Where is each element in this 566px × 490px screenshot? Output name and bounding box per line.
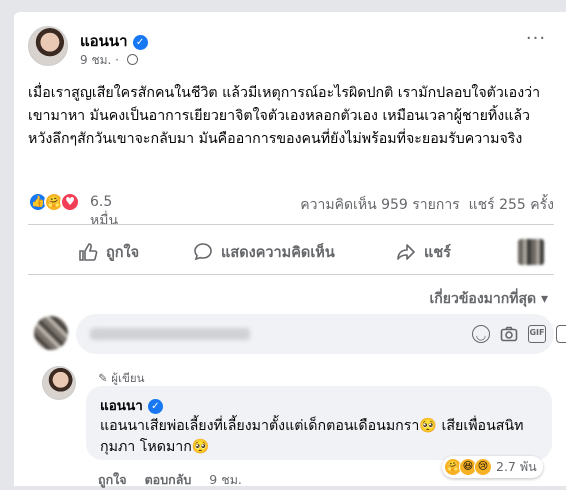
share-icon bbox=[397, 244, 415, 260]
verified-badge-icon: ✓ bbox=[132, 35, 148, 50]
post-stats: 👍 🤗 ♥ 6.5 หมื่น ความคิดเห็น 959 รายการ แ… bbox=[28, 192, 554, 229]
camera-icon[interactable] bbox=[500, 325, 518, 343]
divider bbox=[28, 224, 554, 225]
gif-icon[interactable]: GIF bbox=[528, 325, 546, 343]
more-options-button[interactable]: ··· bbox=[520, 28, 552, 56]
comment-button[interactable]: แสดงความคิดเห็น bbox=[193, 234, 335, 270]
globe-icon bbox=[126, 54, 138, 65]
comment-icon bbox=[194, 243, 212, 261]
verified-badge-icon: ✓ bbox=[147, 399, 163, 414]
emoji-icon[interactable]: ◡ bbox=[472, 325, 490, 343]
post-header: แอนนา ✓ 9 ชม. · ··· bbox=[28, 26, 552, 70]
like-button[interactable]: ถูกใจ bbox=[78, 234, 139, 270]
author-name[interactable]: แอนนา ✓ bbox=[80, 29, 148, 53]
author-avatar[interactable] bbox=[28, 26, 68, 66]
sticker-icon[interactable] bbox=[556, 325, 566, 343]
comment-like-button[interactable]: ถูกใจ bbox=[98, 472, 127, 487]
sad-icon: 😢 bbox=[474, 458, 492, 476]
comment-sort-dropdown[interactable]: เกี่ยวข้องมากที่สุด ▾ bbox=[430, 288, 548, 310]
share-as-avatar[interactable] bbox=[518, 239, 544, 265]
reaction-count[interactable]: 6.5 หมื่น bbox=[90, 194, 118, 232]
comment-placeholder bbox=[90, 328, 250, 340]
author-tag-label: ผู้เขียน bbox=[111, 371, 145, 385]
love-icon: ♥ bbox=[60, 192, 80, 212]
post-card: แอนนา ✓ 9 ชม. · ··· เมื่อเราสูญเสียใครสัก… bbox=[14, 12, 566, 487]
comment-reactions[interactable]: 🤗 😆 😢 2.7 พัน bbox=[442, 456, 543, 478]
share-count[interactable]: แชร์ 255 ครั้ง bbox=[469, 197, 554, 213]
comment-label: แสดงความคิดเห็น bbox=[221, 244, 335, 261]
comment-text: แอนนาเสียพ่อเลี้ยงที่เลี้ยงมาตั้งแต่เด็ก… bbox=[100, 418, 524, 455]
comment-count[interactable]: ความคิดเห็น 959 รายการ bbox=[300, 197, 459, 213]
post-time[interactable]: 9 ชม. bbox=[80, 53, 111, 67]
comment-input[interactable]: ◡ GIF bbox=[76, 314, 566, 354]
thumbs-up-icon bbox=[79, 243, 98, 261]
comment-bubble: แอนนา ✓ แอนนาเสียพ่อเลี้ยงที่เลี้ยงมาตั้ง… bbox=[86, 386, 552, 460]
current-user-avatar[interactable] bbox=[34, 316, 68, 350]
divider bbox=[28, 274, 554, 275]
comment-reply-button[interactable]: ตอบกลับ bbox=[145, 472, 192, 487]
sort-label: เกี่ยวข้องมากที่สุด bbox=[429, 291, 537, 307]
post-meta: 9 ชม. · bbox=[80, 51, 138, 70]
action-bar: ถูกใจ แสดงความคิดเห็น แชร์ bbox=[28, 234, 554, 270]
pencil-icon: ✎ bbox=[98, 371, 108, 385]
share-button[interactable]: แชร์ bbox=[396, 234, 451, 270]
like-label: ถูกใจ bbox=[106, 244, 140, 261]
author-name-text[interactable]: แอนนา bbox=[80, 32, 128, 50]
meta-separator: · bbox=[115, 53, 119, 67]
comment-composer: ◡ GIF bbox=[28, 314, 566, 356]
comment-author-name[interactable]: แอนนา ✓ bbox=[100, 394, 163, 416]
comment-author-text[interactable]: แอนนา bbox=[100, 398, 143, 414]
comment-author-avatar[interactable] bbox=[42, 366, 76, 400]
comment-share-counts: ความคิดเห็น 959 รายการ แชร์ 255 ครั้ง bbox=[300, 194, 554, 216]
comment-time[interactable]: 9 ชม. bbox=[209, 472, 242, 487]
post-text: เมื่อเราสูญเสียใครสักคนในชีวิต แล้วมีเหต… bbox=[28, 85, 541, 147]
share-label: แชร์ bbox=[424, 244, 451, 261]
comment-actions: ถูกใจ ตอบกลับ 9 ชม. bbox=[98, 470, 256, 490]
comment-reaction-count: 2.7 พัน bbox=[496, 459, 537, 474]
chevron-down-icon: ▾ bbox=[540, 291, 548, 307]
